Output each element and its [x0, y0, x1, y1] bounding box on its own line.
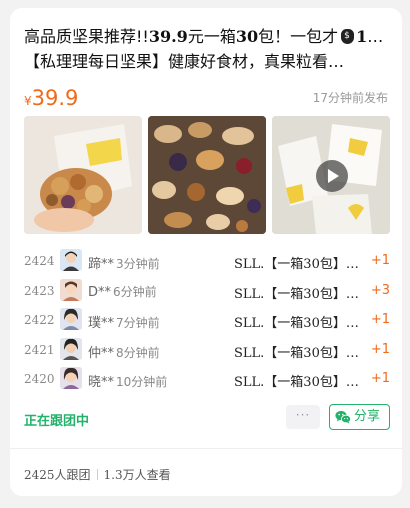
order-user: 晓** 10分钟前: [88, 371, 167, 390]
title-text: 【私理理每日坚果】健康好食材，真果粒看…: [24, 52, 345, 71]
order-quantity: +1: [370, 312, 390, 327]
share-button[interactable]: 分享: [329, 404, 390, 430]
order-quantity: +1: [370, 371, 390, 386]
order-user: 仲** 8分钟前: [88, 342, 160, 361]
order-time: 6分钟前: [113, 284, 157, 299]
order-product: SLL.【一箱30包】私理理每日坚果: [234, 257, 370, 272]
order-quantity: +1: [370, 253, 390, 268]
price-row: ¥39.9 17分钟前发布: [24, 84, 388, 110]
follower-count: 2425人跟团: [24, 468, 91, 482]
wechat-icon: [335, 410, 351, 424]
user-name: 仲**: [88, 345, 115, 361]
title-line-1: 高品质坚果推荐!!39.9元一箱30包！一包才 1.33: [24, 24, 388, 49]
title-text: 包！一包才: [258, 27, 339, 46]
order-row[interactable]: 2423 D**6分钟前 SLL.【一箱30包】私理理每日坚果 +3: [24, 277, 390, 307]
price: ¥39.9: [24, 86, 78, 110]
play-icon[interactable]: [316, 160, 348, 192]
mixed-nuts-bag-photo[interactable]: [24, 116, 142, 234]
money-bag-icon: [341, 29, 355, 44]
order-number: 2421: [24, 342, 55, 357]
order-product: SLL.【一箱30包】私理理每日坚果: [234, 316, 370, 331]
order-product: SLL.【一箱30包】私理理每日坚果: [234, 345, 370, 361]
order-time: 8分钟前: [116, 345, 160, 360]
group-buy-card[interactable]: 高品质坚果推荐!!39.9元一箱30包！一包才1.33 【私理理每日坚果】健康好…: [10, 8, 402, 496]
user-name: 璞**: [88, 316, 115, 331]
order-number: 2420: [24, 372, 55, 386]
order-number: 2423: [24, 283, 55, 298]
following-status[interactable]: 正在跟团中: [24, 410, 89, 429]
stats-separator: [96, 469, 98, 480]
order-quantity: +1: [370, 341, 390, 357]
order-user: D** 6分钟前: [88, 283, 157, 300]
order-row[interactable]: 2424 蹄**3分钟前 SLL.【一箱30包】私理理每日坚果 +1: [24, 247, 390, 277]
order-number: 2424: [24, 254, 55, 268]
order-time: 7分钟前: [116, 316, 160, 330]
share-label: 分享: [354, 409, 381, 424]
title-text: 高品质坚果推荐!!: [24, 27, 149, 46]
avatar: [60, 308, 82, 330]
order-product: SLL.【一箱30包】私理理每日坚果: [234, 375, 370, 390]
nuts-close-up-photo[interactable]: [148, 116, 266, 234]
avatar: [60, 367, 82, 389]
user-name: D**: [88, 284, 112, 300]
order-list: 2424 蹄**3分钟前 SLL.【一箱30包】私理理每日坚果 +1 2423 …: [24, 247, 390, 395]
order-quantity: +3: [370, 282, 390, 298]
image-gallery: [24, 116, 390, 234]
avatar: [60, 249, 82, 271]
title-count: 30: [235, 27, 259, 46]
title-text: 元一箱: [187, 27, 236, 46]
order-row[interactable]: 2421 仲**8分钟前 SLL.【一箱30包】私理理每日坚果 +1: [24, 336, 390, 366]
nut-packets-video-thumbnail[interactable]: [272, 116, 390, 234]
order-time: 10分钟前: [116, 375, 168, 389]
posted-time: 17分钟前发布: [312, 91, 388, 105]
stats-row: 2425人跟团 1.3万人查看: [24, 466, 171, 483]
title-line-2: 【私理理每日坚果】健康好食材，真果粒看…: [24, 49, 388, 74]
order-user: 蹄** 3分钟前: [88, 253, 160, 272]
avatar: [60, 278, 82, 301]
order-time: 3分钟前: [116, 257, 160, 271]
divider: [10, 448, 402, 449]
order-user: 璞** 7分钟前: [88, 312, 160, 331]
price-value: 39.9: [31, 86, 79, 110]
title-unit-price: 1.33: [356, 27, 388, 46]
more-button[interactable]: ···: [286, 405, 320, 429]
currency-symbol: ¥: [24, 94, 32, 108]
order-number: 2422: [24, 313, 55, 327]
post-title[interactable]: 高品质坚果推荐!!39.9元一箱30包！一包才 1.33 【私理理每日坚果】健康好…: [24, 24, 388, 74]
order-row[interactable]: 2420 晓**10分钟前 SLL.【一箱30包】私理理每日坚果 +1: [24, 365, 390, 395]
title-price: 39.9: [148, 27, 188, 46]
order-row[interactable]: 2422 璞**7分钟前 SLL.【一箱30包】私理理每日坚果 +1: [24, 306, 390, 336]
user-name: 蹄**: [88, 257, 115, 272]
action-row: 正在跟团中 ··· 分享: [24, 404, 390, 431]
avatar: [60, 337, 82, 360]
order-product: SLL.【一箱30包】私理理每日坚果: [234, 286, 370, 302]
view-count: 1.3万人查看: [103, 468, 171, 482]
user-name: 晓**: [88, 375, 115, 390]
